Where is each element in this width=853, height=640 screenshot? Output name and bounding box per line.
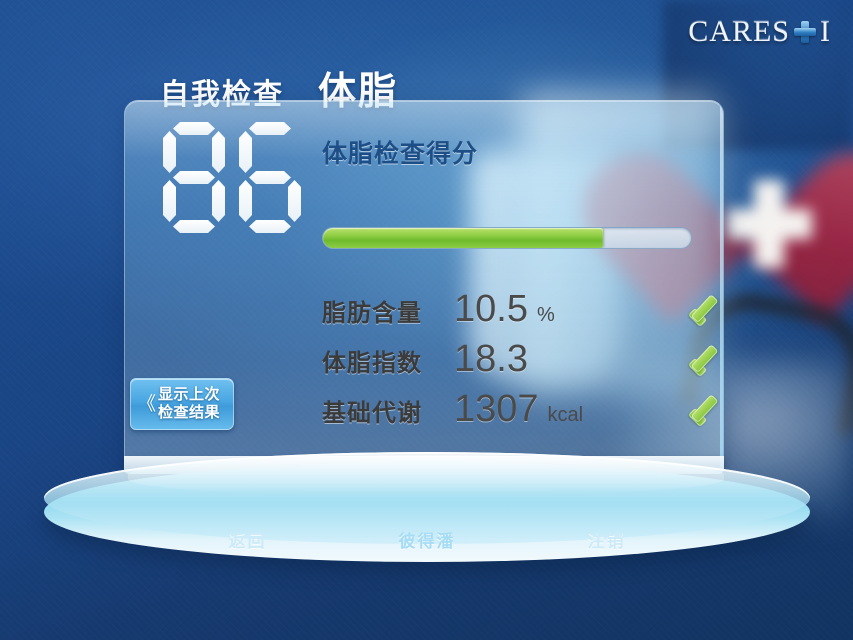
metric-value: 10.5 — [454, 288, 528, 330]
metric-unit: kcal — [547, 404, 584, 426]
chevron-left-icon: 《 — [137, 393, 157, 415]
score-label: 体脂检查得分 — [322, 140, 479, 168]
brand-name: CARES — [688, 15, 790, 48]
medical-cross-icon — [794, 19, 816, 45]
score-digit-2 — [239, 122, 301, 234]
show-last-result-button[interactable]: 《 显示上次 检查结果 — [130, 378, 234, 430]
metrics-list: 脂肪含量 10.5 % 体脂指数 18.3 基础代谢 1307 kcal — [322, 288, 702, 438]
metric-label: 脂肪含量 — [322, 300, 422, 327]
nav-logout-button[interactable]: 注销 — [588, 527, 626, 552]
metric-unit: % — [536, 304, 555, 326]
pedestal-reflection — [128, 455, 724, 495]
background-medical-cross-icon — [726, 180, 812, 268]
metric-label: 体脂指数 — [322, 350, 422, 377]
metric-row-fat-content: 脂肪含量 10.5 % — [322, 288, 702, 338]
metric-label: 基础代谢 — [322, 400, 422, 427]
bottom-nav: 返回 彼得潘 注销 — [44, 524, 810, 554]
metric-value: 1307 — [454, 388, 539, 430]
check-icon — [686, 394, 726, 424]
metric-value: 18.3 — [454, 338, 528, 380]
check-icon — [686, 294, 726, 324]
app-screen: CARES I 自我检查 体脂 体脂检查得分 脂肪含量 10.5 % 体脂指数 … — [0, 0, 853, 640]
nav-back-button[interactable]: 返回 — [229, 527, 267, 552]
metric-row-basal-metabolism: 基础代谢 1307 kcal — [322, 388, 702, 438]
score-progress-bar — [322, 227, 692, 249]
metric-row-body-fat-index: 体脂指数 18.3 — [322, 338, 702, 388]
score-progress-fill — [323, 228, 603, 248]
nav-user-name[interactable]: 彼得潘 — [399, 527, 456, 552]
brand-logo: CARES I — [688, 17, 831, 47]
score-display — [163, 122, 301, 234]
check-icon — [686, 344, 726, 374]
show-last-result-label: 显示上次 检查结果 — [158, 385, 221, 421]
brand-suffix: I — [820, 15, 831, 48]
score-digit-1 — [163, 122, 225, 234]
